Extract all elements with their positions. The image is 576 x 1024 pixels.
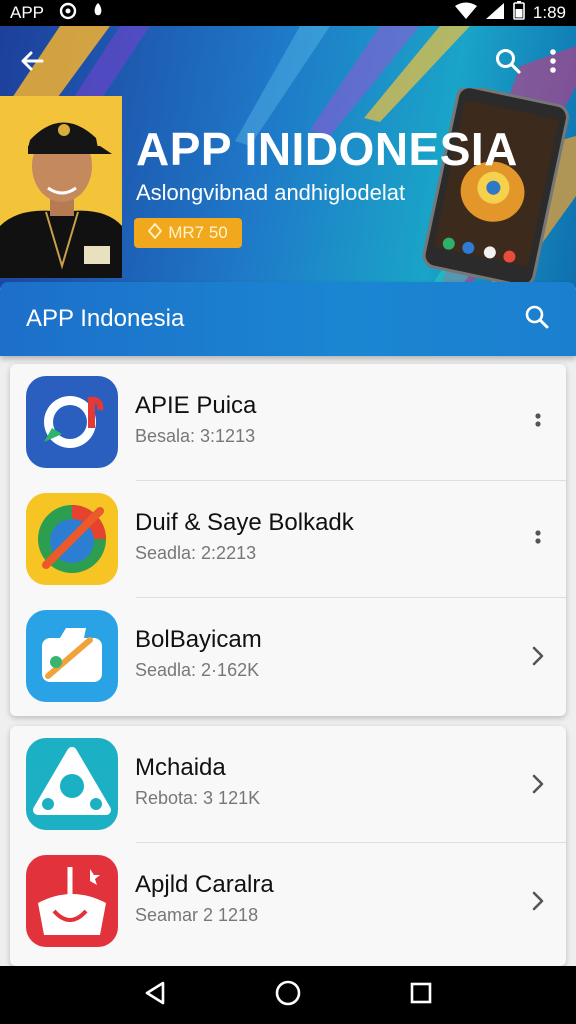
more-vertical-icon[interactable] [548, 47, 558, 80]
app-title: Duif & Saye Bolkadk [135, 509, 354, 536]
app-meta: Seamar 2 1218 [135, 905, 259, 925]
app-bar: APP Indonesia [0, 282, 576, 356]
navigation-bar [0, 966, 576, 1024]
app-icon-4 [26, 738, 118, 830]
app-icon-2 [26, 493, 118, 585]
app-bar-title: APP Indonesia [26, 305, 185, 332]
nav-back-icon[interactable] [143, 980, 167, 1011]
person-image [0, 96, 122, 278]
badge-icon [148, 222, 163, 244]
app-bar-search-icon[interactable] [524, 304, 550, 335]
app-title: Apjld Caralra [135, 871, 274, 898]
app-list-item-4[interactable]: Mchaida Rebota: 3 121K [10, 726, 566, 843]
more-vertical-icon[interactable] [526, 525, 550, 553]
signal-icon [485, 2, 505, 25]
app-meta: Rebota: 3 121K [135, 788, 261, 808]
more-vertical-icon[interactable] [526, 408, 550, 436]
app-meta: Seadla: 2:2213 [135, 543, 257, 563]
search-icon[interactable] [494, 47, 522, 80]
badge-text: MR7 50 [168, 223, 228, 242]
status-time: 1:89 [532, 3, 566, 22]
hero-subtitle: Aslongvibnad andhiglodelat [136, 180, 406, 205]
chevron-right-icon[interactable] [526, 887, 550, 915]
wifi-icon [454, 2, 477, 25]
camera-icon [58, 2, 78, 25]
chevron-right-icon[interactable] [526, 770, 550, 798]
hero-badge[interactable]: MR7 50 [134, 218, 242, 248]
battery-icon [513, 1, 525, 25]
app-list-card-2: Mchaida Rebota: 3 121K Apjld Caralra Sea… [10, 726, 566, 966]
app-icon-1 [26, 376, 118, 468]
app-title: APIE Puica [135, 392, 257, 419]
phone-image [422, 88, 569, 282]
app-list-item-2[interactable]: Duif & Saye Bolkadk Seadla: 2:2213 [10, 481, 566, 598]
app-title: BolBayicam [135, 626, 262, 653]
app-icon-5 [26, 855, 118, 947]
back-arrow-icon[interactable] [18, 47, 46, 80]
hero-title: APP INIDONESIA [136, 123, 518, 175]
app-list-item-1[interactable]: APIE Puica Besala: 3:1213 [10, 364, 566, 481]
nav-home-icon[interactable] [274, 979, 302, 1012]
app-title: Mchaida [135, 754, 226, 781]
chevron-right-icon[interactable] [526, 642, 550, 670]
status-left-text: APP [10, 3, 45, 22]
app-icon-3 [26, 610, 118, 702]
app-meta: Seadla: 2·162K [135, 660, 260, 680]
nav-recents-icon[interactable] [409, 981, 433, 1010]
app-list-item-5[interactable]: Apjld Caralra Seamar 2 1218 [10, 843, 566, 960]
app-list-item-3[interactable]: BolBayicam Seadla: 2·162K [10, 598, 566, 715]
notification-icon [92, 2, 104, 25]
app-list-card-1: APIE Puica Besala: 3:1213 Duif & Saye Bo… [10, 364, 566, 716]
hero-banner: APP INIDONESIA Aslongvibnad andhiglodela… [0, 26, 576, 288]
app-meta: Besala: 3:1213 [135, 426, 256, 446]
status-bar: APP 1:89 [0, 0, 576, 26]
